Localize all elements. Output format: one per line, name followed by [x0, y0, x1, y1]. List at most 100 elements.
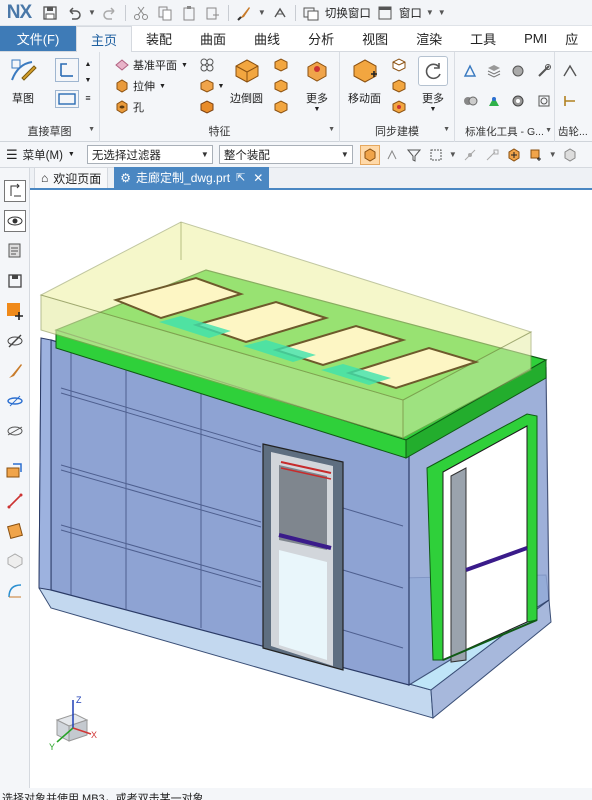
tab-active-part[interactable]: ⚙ 走廊定制_dwg.prt ⇱ ✕ [114, 167, 270, 188]
tab-application[interactable]: 应 [561, 26, 582, 51]
add-component-icon[interactable] [4, 300, 26, 322]
hole-button[interactable]: 孔 [114, 99, 144, 115]
replace-face-icon[interactable] [390, 98, 408, 116]
save-icon[interactable] [40, 3, 60, 23]
snap-more-icon[interactable] [560, 145, 580, 165]
close-icon[interactable]: ✕ [253, 171, 263, 185]
trim-body-icon[interactable] [272, 98, 290, 116]
tab-file[interactable]: 文件(F) [0, 26, 76, 51]
brush-icon[interactable] [234, 3, 254, 23]
paste-special-icon[interactable] [203, 3, 223, 23]
unite-dropdown-icon[interactable]: ▼ [216, 77, 226, 95]
tab-home[interactable]: 主页 [76, 26, 133, 52]
tab-analysis[interactable]: 分析 [294, 26, 348, 51]
extrude-button[interactable]: 拉伸 ▼ [114, 78, 166, 94]
sketch-button[interactable]: 草图 [8, 56, 38, 106]
select-components-icon[interactable] [359, 144, 380, 165]
measure-icon[interactable] [4, 390, 26, 412]
tab-curve[interactable]: 曲线 [240, 26, 294, 51]
gallery-up-icon[interactable]: ▲ [82, 58, 94, 70]
group-dropdown-icon[interactable]: ▼ [443, 126, 450, 133]
line-icon[interactable] [4, 490, 26, 512]
group-dropdown-icon[interactable]: ▼ [88, 126, 95, 133]
std-tool-6-icon[interactable] [485, 92, 503, 110]
group-dropdown-icon[interactable]: ▼ [328, 126, 335, 133]
draft-icon[interactable] [272, 77, 290, 95]
menu-button[interactable]: ☰ 菜单(M) ▼ [0, 147, 81, 163]
template-icon[interactable] [4, 550, 26, 572]
shell-icon[interactable] [198, 98, 216, 116]
assembly-navigator-icon[interactable] [4, 180, 26, 202]
std-tool-5-icon[interactable] [461, 92, 479, 110]
extrude-dropdown-icon[interactable]: ▼ [159, 83, 166, 90]
std-tool-2-icon[interactable] [485, 62, 503, 80]
pull-face-icon[interactable] [390, 56, 408, 74]
gear-tool-1-icon[interactable] [561, 62, 579, 80]
std-tool-8-icon[interactable] [535, 92, 553, 110]
show-hide-icon[interactable] [4, 420, 26, 442]
sync-more-button[interactable]: 更多 ▼ [418, 56, 448, 113]
graphics-viewport[interactable]: Z Y X [31, 190, 592, 788]
snap-dropdown-icon[interactable]: ▼ [549, 150, 557, 159]
customize-dropdown-icon[interactable]: ▼ [438, 8, 446, 17]
selection-scope-select[interactable]: 整个装配 ▼ [218, 145, 353, 164]
snap-center-icon[interactable] [526, 145, 546, 165]
move-face-button[interactable]: 移动面 [348, 56, 381, 106]
edge-blend-button[interactable]: 边倒圆 [230, 56, 263, 106]
mate-constraint-icon[interactable] [4, 460, 26, 482]
brush-dropdown-icon[interactable]: ▼ [258, 8, 266, 17]
datum-plane-button[interactable]: 基准平面 ▼ [114, 57, 188, 73]
undo-dropdown-icon[interactable]: ▼ [88, 8, 96, 17]
snap-point-icon[interactable] [460, 145, 480, 165]
type-filter-select[interactable]: 无选择过滤器 ▼ [86, 145, 213, 164]
select-all-icon[interactable] [426, 145, 446, 165]
redo-icon[interactable] [100, 3, 120, 23]
copy-icon[interactable] [155, 3, 175, 23]
part-navigator-icon[interactable] [4, 240, 26, 262]
std-tool-3-icon[interactable] [509, 62, 527, 80]
offset-region-icon[interactable] [390, 77, 408, 95]
select-all-dropdown-icon[interactable]: ▼ [449, 150, 457, 159]
select-features-icon[interactable] [382, 145, 402, 165]
sync-more-dropdown-icon[interactable]: ▼ [430, 106, 437, 113]
tab-view[interactable]: 视图 [348, 26, 402, 51]
std-tool-7-icon[interactable] [509, 92, 527, 110]
pin-icon[interactable]: ⇱ [236, 171, 245, 184]
eye-icon[interactable] [4, 210, 26, 232]
snap-midpoint-icon[interactable] [504, 145, 524, 165]
gallery-more-icon[interactable]: ≡ [82, 92, 94, 104]
paint-brush-icon[interactable] [4, 360, 26, 382]
rectangle-icon[interactable] [55, 90, 79, 108]
paste-icon[interactable] [179, 3, 199, 23]
filter-icon[interactable] [404, 145, 424, 165]
window-dropdown-icon[interactable]: ▼ [426, 8, 434, 17]
unite-icon[interactable] [198, 77, 216, 95]
snap-endpoint-icon[interactable] [482, 145, 502, 165]
std-tool-1-icon[interactable] [461, 62, 479, 80]
group-dropdown-icon[interactable]: ▼ [545, 127, 552, 134]
window-icon[interactable] [375, 3, 395, 23]
std-tool-4-icon[interactable] [535, 62, 553, 80]
tab-tools[interactable]: 工具 [456, 26, 510, 51]
profile-icon[interactable] [55, 58, 79, 82]
save-view-icon[interactable] [4, 270, 26, 292]
tab-surface[interactable]: 曲面 [186, 26, 240, 51]
tab-assembly[interactable]: 装配 [132, 26, 186, 51]
switch-window-icon[interactable] [301, 3, 321, 23]
window-menu-label[interactable]: 窗口 [399, 5, 422, 21]
tab-pmi[interactable]: PMI [510, 26, 561, 51]
cut-icon[interactable] [131, 3, 151, 23]
hide-icon[interactable] [4, 330, 26, 352]
feature-more-button[interactable]: 更多 ▼ [302, 56, 332, 113]
pattern-feature-icon[interactable] [198, 56, 216, 74]
gallery-down-icon[interactable]: ▼ [82, 74, 94, 86]
gear-tool-2-icon[interactable] [561, 92, 579, 110]
tab-welcome-page[interactable]: ⌂ 欢迎页面 [34, 167, 109, 188]
tab-render[interactable]: 渲染 [402, 26, 456, 51]
curve-icon[interactable] [4, 580, 26, 602]
switch-window-label[interactable]: 切换窗口 [325, 5, 371, 21]
feature-more-dropdown-icon[interactable]: ▼ [314, 106, 321, 113]
datum-plane-dropdown-icon[interactable]: ▼ [181, 62, 188, 69]
repeat-command-icon[interactable] [270, 3, 290, 23]
notebook-icon[interactable] [4, 520, 26, 542]
